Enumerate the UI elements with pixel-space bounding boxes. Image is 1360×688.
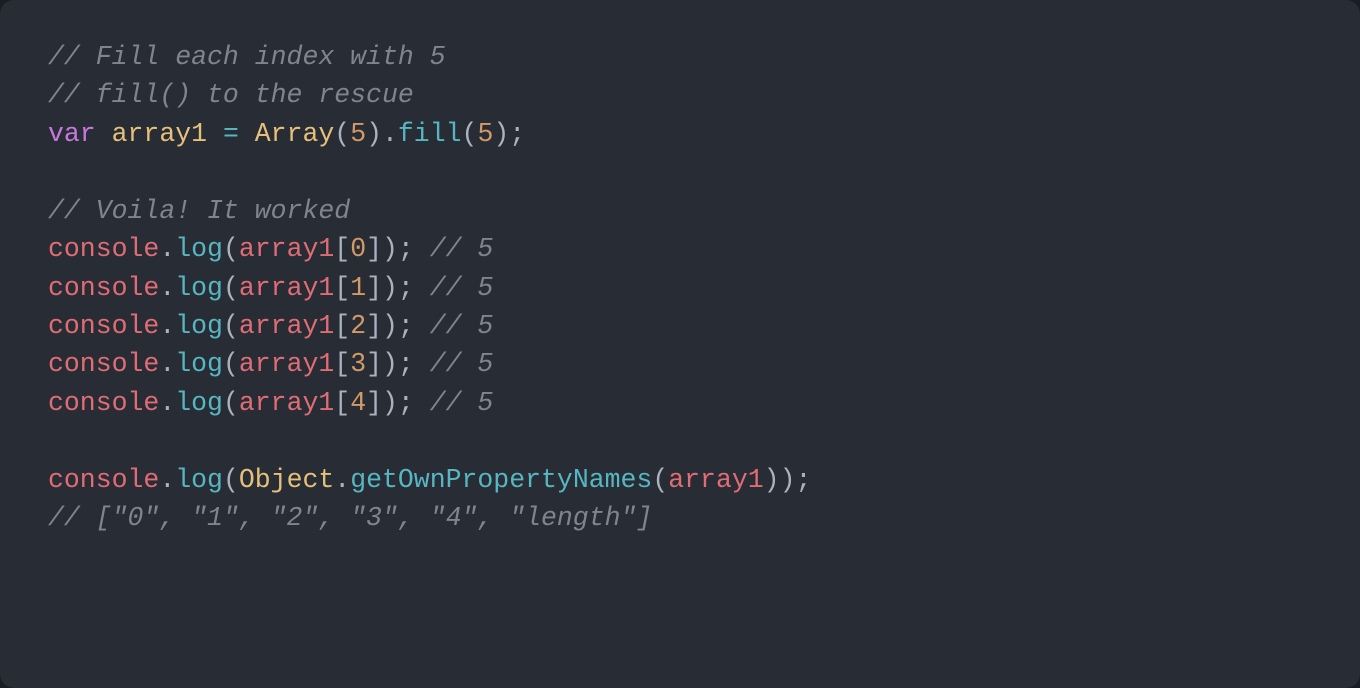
code-punct: ]: [366, 273, 382, 303]
code-method: log: [175, 465, 223, 495]
code-var: array1: [239, 388, 334, 418]
code-number: 3: [350, 349, 366, 379]
code-method: fill: [398, 119, 462, 149]
code-space: [414, 349, 430, 379]
code-punct: ]: [366, 388, 382, 418]
code-var: array1: [239, 234, 334, 264]
code-punct: );: [493, 119, 525, 149]
code-punct: );: [382, 311, 414, 341]
code-comment: // fill() to the rescue: [48, 80, 414, 110]
code-space: [414, 234, 430, 264]
code-punct: [: [334, 388, 350, 418]
code-punct: ]: [366, 311, 382, 341]
code-punct: .: [159, 388, 175, 418]
code-comment: // 5: [430, 388, 494, 418]
code-number: 5: [350, 119, 366, 149]
code-space: [96, 119, 112, 149]
code-number: 0: [350, 234, 366, 264]
code-keyword: var: [48, 119, 96, 149]
code-punct: (: [334, 119, 350, 149]
code-punct: (: [223, 273, 239, 303]
code-space: [414, 311, 430, 341]
code-punct: .: [159, 465, 175, 495]
code-punct: ]: [366, 349, 382, 379]
code-punct: ): [366, 119, 382, 149]
code-var: array1: [239, 311, 334, 341]
code-space: [414, 388, 430, 418]
code-punct: ));: [764, 465, 812, 495]
code-builtin: console: [48, 273, 159, 303]
code-punct: (: [462, 119, 478, 149]
code-punct: [: [334, 273, 350, 303]
code-punct: (: [223, 311, 239, 341]
code-punct: [: [334, 349, 350, 379]
code-method: log: [175, 349, 223, 379]
code-punct: );: [382, 388, 414, 418]
code-punct: (: [223, 465, 239, 495]
code-var: array1: [668, 465, 763, 495]
code-punct: );: [382, 273, 414, 303]
code-space: [414, 273, 430, 303]
code-class: Object: [239, 465, 334, 495]
code-punct: .: [159, 349, 175, 379]
code-builtin: console: [48, 349, 159, 379]
code-method: log: [175, 388, 223, 418]
code-space: [239, 119, 255, 149]
code-method: getOwnPropertyNames: [350, 465, 652, 495]
code-punct: .: [334, 465, 350, 495]
code-number: 5: [477, 119, 493, 149]
code-method: log: [175, 311, 223, 341]
code-punct: );: [382, 349, 414, 379]
code-block: // Fill each index with 5 // fill() to t…: [0, 0, 1360, 688]
code-number: 4: [350, 388, 366, 418]
code-builtin: console: [48, 465, 159, 495]
code-method: log: [175, 273, 223, 303]
code-comment: // 5: [430, 273, 494, 303]
code-punct: .: [159, 234, 175, 264]
code-method: log: [175, 234, 223, 264]
code-punct: .: [382, 119, 398, 149]
code-punct: (: [652, 465, 668, 495]
code-number: 1: [350, 273, 366, 303]
code-operator: =: [223, 119, 239, 149]
code-identifier: array1: [112, 119, 207, 149]
code-punct: [: [334, 234, 350, 264]
code-comment: // ["0", "1", "2", "3", "4", "length"]: [48, 503, 652, 533]
code-punct: .: [159, 311, 175, 341]
code-punct: (: [223, 234, 239, 264]
code-punct: );: [382, 234, 414, 264]
code-comment: // 5: [430, 349, 494, 379]
code-var: array1: [239, 273, 334, 303]
code-punct: ]: [366, 234, 382, 264]
code-comment: // 5: [430, 234, 494, 264]
code-var: array1: [239, 349, 334, 379]
code-punct: .: [159, 273, 175, 303]
code-number: 2: [350, 311, 366, 341]
code-comment: // Fill each index with 5: [48, 42, 446, 72]
code-space: [207, 119, 223, 149]
code-punct: [: [334, 311, 350, 341]
code-builtin: console: [48, 388, 159, 418]
code-comment: // Voila! It worked: [48, 196, 350, 226]
code-comment: // 5: [430, 311, 494, 341]
code-builtin: console: [48, 311, 159, 341]
code-class: Array: [255, 119, 335, 149]
code-punct: (: [223, 388, 239, 418]
code-builtin: console: [48, 234, 159, 264]
code-punct: (: [223, 349, 239, 379]
